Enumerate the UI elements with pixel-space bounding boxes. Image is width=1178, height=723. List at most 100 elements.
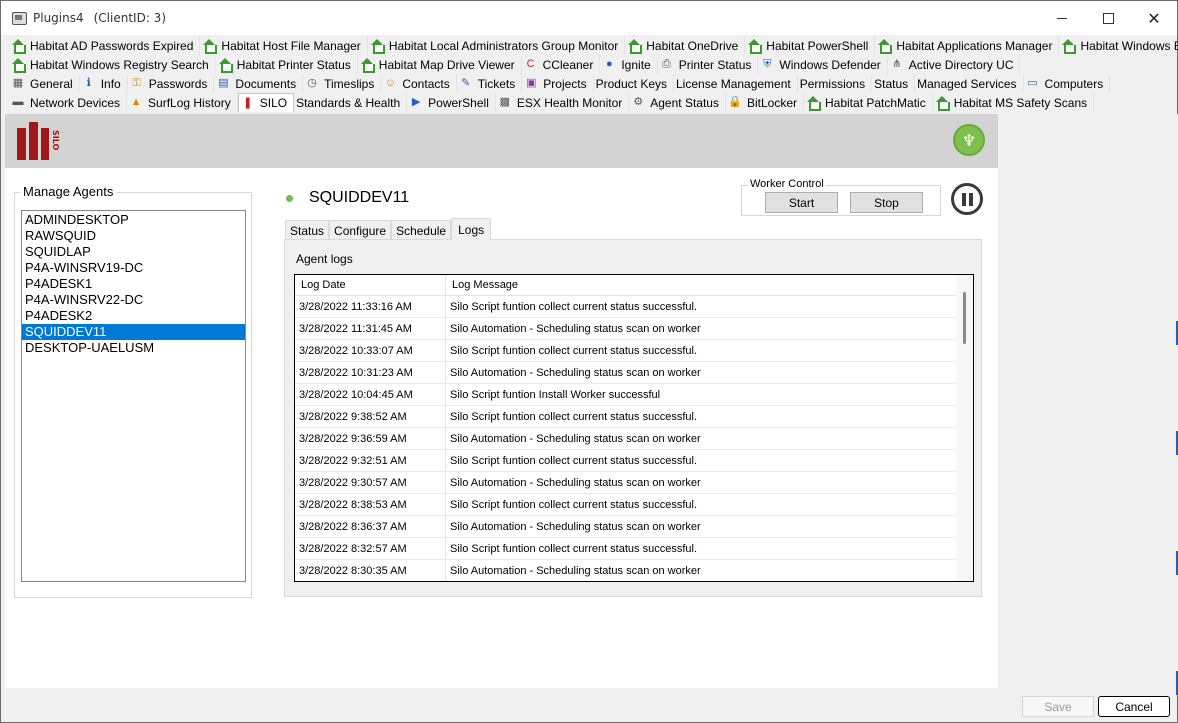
tab-esx-health-monitor[interactable]: ▩ ESX Health Monitor [496, 93, 630, 112]
cancel-button[interactable]: Cancel [1098, 696, 1170, 717]
main-content: Manage Agents ADMINDESKTOP RAWSQUID SQUIDL… [5, 168, 998, 688]
tab-habitat-local-administrators-group-monitor[interactable]: Habitat Local Administrators Group Monit… [368, 36, 626, 55]
tab-computers[interactable]: ▭ Computers [1024, 74, 1111, 93]
grid-icon: ▦ [12, 77, 24, 89]
tab-timeslips[interactable]: ◷ Timeslips [303, 74, 382, 93]
house-icon [747, 38, 763, 54]
tab-habitat-windows-backup[interactable]: Habitat Windows Backup [1059, 36, 1178, 55]
tab-bitlocker[interactable]: 🔒 BitLocker [726, 93, 804, 112]
tab-label: Managed Services [917, 76, 1017, 91]
log-row[interactable]: 3/28/2022 9:30:57 AM Silo Automation - Sc… [295, 472, 956, 494]
tab-label: Documents [235, 76, 297, 91]
column-header-log-message[interactable]: Log Message [446, 275, 956, 295]
agent-list-item[interactable]: SQUIDLAP [22, 244, 245, 260]
tab-license-management[interactable]: License Management [674, 74, 798, 93]
pause-bar-right [968, 192, 973, 206]
log-scroll-thumb[interactable] [963, 292, 966, 344]
stop-button[interactable]: Stop [850, 192, 923, 213]
log-row[interactable]: 3/28/2022 9:38:52 AM Silo Script funtion … [295, 406, 956, 428]
tab-habitat-applications-manager[interactable]: Habitat Applications Manager [875, 36, 1060, 55]
log-row[interactable]: 3/28/2022 8:38:53 AM Silo Script funtion … [295, 494, 956, 516]
start-button[interactable]: Start [765, 192, 838, 213]
agent-list-item[interactable]: P4A-WINSRV22-DC [22, 292, 245, 308]
tab-silo[interactable]: ❚ SILO [237, 93, 295, 112]
tab-documents[interactable]: ▤ Documents [214, 74, 304, 93]
agent-list-item[interactable]: DESKTOP-UAELUSM [22, 340, 245, 356]
tab-habitat-ad-passwords-expired[interactable]: Habitat AD Passwords Expired [9, 36, 201, 55]
log-row[interactable]: 3/28/2022 9:32:51 AM Silo Script funtion … [295, 450, 956, 472]
house-icon [360, 57, 375, 73]
tab-managed-services[interactable]: Managed Services [915, 74, 1024, 93]
tab-habitat-map-drive-viewer[interactable]: Habitat Map Drive Viewer [358, 55, 522, 74]
column-header-log-date[interactable]: Log Date [295, 275, 446, 295]
log-row[interactable]: 3/28/2022 8:32:57 AM Silo Script funtion … [295, 538, 956, 560]
maximize-button[interactable] [1085, 1, 1131, 35]
log-row[interactable]: 3/28/2022 11:33:16 AM Silo Script funtion… [295, 296, 956, 318]
tab-logs[interactable]: Logs [451, 218, 492, 240]
agent-list-item[interactable]: RAWSQUID [22, 228, 245, 244]
tab-tickets[interactable]: ✎ Tickets [457, 74, 523, 93]
window-controls: ✕ [1039, 1, 1177, 35]
tab-status[interactable]: Status [872, 74, 916, 93]
tab-powershell[interactable]: ▶ PowerShell [407, 93, 496, 112]
tab-label: Timeslips [324, 76, 375, 91]
tab-info[interactable]: ℹ Info [80, 74, 128, 93]
tab-network-devices[interactable]: ▬ Network Devices [9, 93, 128, 112]
tab-habitat-printer-status[interactable]: Habitat Printer Status [216, 55, 358, 74]
tab-label: Habitat Applications Manager [896, 38, 1053, 53]
side-panel [998, 114, 1178, 688]
agents-list[interactable]: ADMINDESKTOP RAWSQUID SQUIDLAP P4A-WINSRV19… [21, 210, 246, 582]
agent-list-item[interactable]: P4ADESK2 [22, 308, 245, 324]
log-row[interactable]: 3/28/2022 8:36:37 AM Silo Automation - Sc… [295, 516, 956, 538]
tab-active-directory-uc[interactable]: ⋔ Active Directory UC [888, 55, 1021, 74]
tab-contacts[interactable]: ☺ Contacts [381, 74, 457, 93]
tab-habitat-patchmatic[interactable]: Habitat PatchMatic [804, 93, 933, 112]
tab-permissions[interactable]: Permissions [798, 74, 873, 93]
log-row[interactable]: 3/28/2022 11:31:45 AM Silo Automation - S… [295, 318, 956, 340]
tab-habitat-ms-safety-scans[interactable]: Habitat MS Safety Scans [933, 93, 1095, 112]
tab-windows-defender[interactable]: ⛨ Windows Defender [758, 55, 888, 74]
pause-bar-left [961, 192, 966, 206]
tab-habitat-powershell[interactable]: Habitat PowerShell [745, 36, 876, 55]
minimize-button[interactable] [1039, 1, 1085, 35]
log-row[interactable]: 3/28/2022 10:31:23 AM Silo Automation - S… [295, 362, 956, 384]
silo-logo-icon: SILO [17, 122, 59, 160]
log-table[interactable]: Log Date Log Message 3/28/2022 11:33:16 … [294, 274, 974, 582]
tab-passwords[interactable]: ⚿ Passwords [128, 74, 215, 93]
tab-configure[interactable]: Configure [329, 220, 392, 240]
tab-label: Agent Status [650, 95, 719, 110]
house-icon [1061, 38, 1077, 54]
tab-standards-and-health[interactable]: Standards & Health [294, 93, 408, 112]
tab-projects[interactable]: ▣ Projects [522, 74, 594, 93]
log-row[interactable]: 3/28/2022 10:33:07 AM Silo Script funtion… [295, 340, 956, 362]
tab-habitat-windows-registry-search[interactable]: Habitat Windows Registry Search [9, 55, 216, 74]
log-date-cell: 3/28/2022 11:31:45 AM [295, 318, 446, 339]
tab-habitat-onedrive[interactable]: Habitat OneDrive [625, 36, 746, 55]
tab-habitat-host-file-manager[interactable]: Habitat Host File Manager [200, 36, 368, 55]
squid-status-icon: ♆ [953, 124, 985, 156]
log-row[interactable]: 3/28/2022 9:36:59 AM Silo Automation - Sc… [295, 428, 956, 450]
pause-button[interactable] [951, 183, 983, 215]
house-icon [11, 57, 26, 73]
log-scrollbar[interactable] [956, 275, 973, 581]
agent-list-item[interactable]: P4ADESK1 [22, 276, 245, 292]
tab-surflog-history[interactable]: ▲ SurfLog History [127, 93, 238, 112]
agent-list-item[interactable]: SQUIDDEV11 [22, 324, 245, 340]
tab-printer-status[interactable]: ⎙ Printer Status [658, 55, 759, 74]
tab-product-keys[interactable]: Product Keys [594, 74, 674, 93]
log-table-body: 3/28/2022 11:33:16 AM Silo Script funtion… [295, 296, 956, 581]
close-button[interactable]: ✕ [1131, 1, 1177, 35]
log-row[interactable]: 3/28/2022 8:30:35 AM Silo Automation - Sc… [295, 560, 956, 581]
tab-general[interactable]: ▦ General [9, 74, 80, 93]
log-row[interactable]: 3/28/2022 10:04:45 AM Silo Script funtion… [295, 384, 956, 406]
tab-schedule[interactable]: Schedule [391, 220, 452, 240]
tab-status[interactable]: Status [285, 220, 330, 240]
log-date-cell: 3/28/2022 8:30:35 AM [295, 560, 446, 581]
tab-ccleaner[interactable]: C CCleaner [522, 55, 601, 74]
agent-list-item[interactable]: ADMINDESKTOP [22, 212, 245, 228]
save-button[interactable]: Save [1022, 696, 1094, 717]
tab-agent-status[interactable]: ⚙ Agent Status [629, 93, 726, 112]
agent-list-item[interactable]: P4A-WINSRV19-DC [22, 260, 245, 276]
log-date-cell: 3/28/2022 8:38:53 AM [295, 494, 446, 515]
tab-ignite[interactable]: ● Ignite [600, 55, 658, 74]
